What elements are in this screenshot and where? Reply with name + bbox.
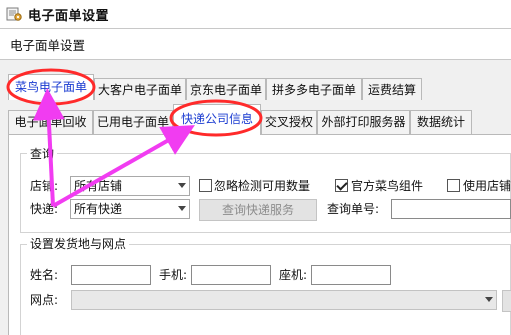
tab-label: 交叉授权 bbox=[264, 115, 313, 129]
tab-label: 已用电子面单 bbox=[96, 115, 169, 129]
chevron-down-icon bbox=[485, 297, 493, 302]
name-label: 姓名: bbox=[30, 268, 59, 282]
shop-select-value: 所有店铺 bbox=[74, 179, 123, 193]
outlet-label: 网点: bbox=[30, 293, 59, 307]
query-number-input[interactable] bbox=[391, 199, 511, 219]
chevron-down-icon bbox=[178, 183, 186, 188]
chevron-down-icon bbox=[178, 206, 186, 211]
shop-select[interactable]: 所有店铺 bbox=[70, 176, 190, 196]
tab-label: 京东电子面单 bbox=[189, 83, 262, 97]
query-courier-service-button[interactable]: 查询快递服务 bbox=[199, 199, 317, 221]
tab-cainiao-waybill[interactable]: 菜鸟电子面单 bbox=[8, 74, 94, 100]
query-number-label: 查询单号: bbox=[327, 202, 380, 216]
tab-vip-waybill[interactable]: 大客户电子面单 bbox=[94, 78, 186, 100]
tab-external-print-server[interactable]: 外部打印服务器 bbox=[317, 110, 410, 134]
tab-waybill-recycle[interactable]: 电子面单回收 bbox=[8, 110, 93, 134]
tab-label: 数据统计 bbox=[416, 115, 465, 129]
header-text: 电子面单设置 bbox=[10, 37, 86, 53]
name-input[interactable] bbox=[71, 265, 151, 285]
express-select[interactable]: 所有快递 bbox=[70, 199, 190, 219]
tab-data-statistics[interactable]: 数据统计 bbox=[410, 110, 472, 134]
shop-label: 店铺: bbox=[30, 179, 59, 193]
tab-label: 拼多多电子面单 bbox=[271, 83, 356, 97]
tab-label: 快递公司信息 bbox=[180, 112, 253, 126]
tab-pdd-waybill[interactable]: 拼多多电子面单 bbox=[266, 78, 362, 100]
ignore-available-check-checkbox[interactable] bbox=[199, 179, 212, 192]
official-cainiao-component-label: 官方菜鸟组件 bbox=[351, 179, 424, 193]
tab-label: 菜鸟电子面单 bbox=[14, 80, 87, 94]
tel-label: 座机: bbox=[279, 268, 308, 282]
ignore-available-check-label: 忽略检测可用数量 bbox=[214, 179, 311, 193]
window-title: 电子面单设置 bbox=[28, 8, 110, 24]
tab-label: 运费结算 bbox=[367, 83, 416, 97]
express-select-value: 所有快递 bbox=[74, 202, 123, 216]
tab-courier-info[interactable]: 快递公司信息 bbox=[173, 104, 261, 135]
tel-input[interactable] bbox=[311, 265, 391, 285]
title-bar: 电子面单设置 bbox=[0, 0, 511, 28]
settings-window: 电子面单设置 电子面单设置 菜鸟电子面单 大客户电子面单 京东电子面单 拼多多电… bbox=[0, 0, 511, 335]
tab-label: 外部打印服务器 bbox=[321, 115, 406, 129]
tab-freight-settlement[interactable]: 运费结算 bbox=[362, 78, 422, 100]
phone-input[interactable] bbox=[191, 265, 271, 285]
header-banner: 电子面单设置 bbox=[0, 28, 511, 60]
phone-label: 手机: bbox=[159, 268, 188, 282]
tab-jd-waybill[interactable]: 京东电子面单 bbox=[186, 78, 266, 100]
sender-outlet-group-title: 设置发货地与网点 bbox=[27, 237, 130, 251]
official-cainiao-component-checkbox[interactable] bbox=[335, 179, 348, 192]
tab-cross-authorization[interactable]: 交叉授权 bbox=[261, 110, 317, 134]
query-group-title: 查询 bbox=[27, 147, 58, 161]
tab-label: 大客户电子面单 bbox=[97, 83, 182, 97]
outlet-refresh-button[interactable] bbox=[502, 290, 511, 312]
express-label: 快递: bbox=[30, 202, 59, 216]
settings-window-icon bbox=[6, 6, 22, 22]
tab-used-waybill[interactable]: 已用电子面单 bbox=[93, 110, 173, 134]
query-courier-service-label: 查询快递服务 bbox=[221, 203, 294, 217]
tab-label: 电子面单回收 bbox=[14, 115, 87, 129]
use-shop-label: 使用店铺 bbox=[463, 179, 511, 193]
outlet-select[interactable] bbox=[71, 290, 497, 310]
use-shop-checkbox[interactable] bbox=[447, 179, 460, 192]
